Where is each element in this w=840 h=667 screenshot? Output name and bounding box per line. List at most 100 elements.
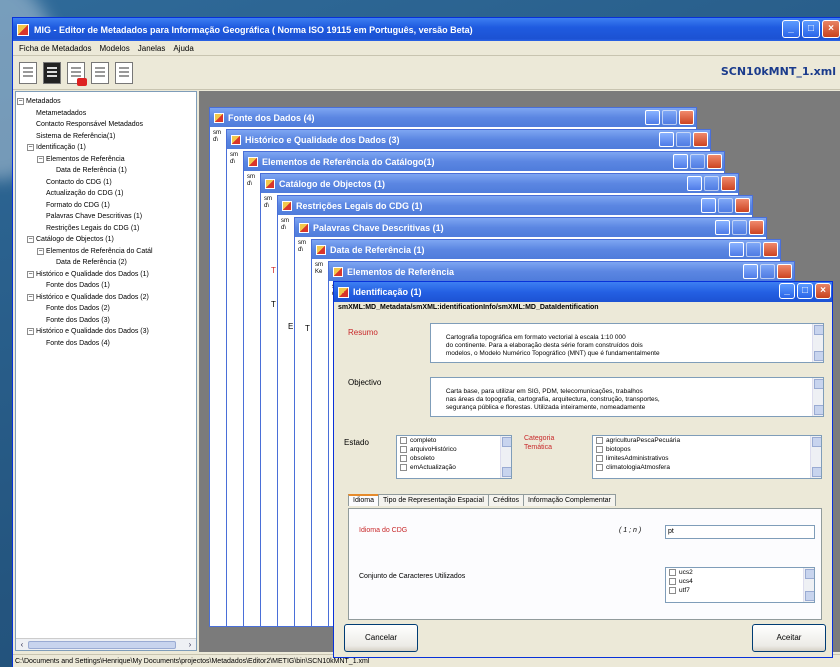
child-minimize-button[interactable] <box>743 264 758 279</box>
checkbox[interactable] <box>596 464 603 471</box>
close-button[interactable]: × <box>822 20 840 38</box>
tree-node[interactable]: Fonte dos Dados (2) <box>16 303 110 315</box>
cancel-button[interactable]: Cancelar <box>344 624 418 652</box>
collapse-icon[interactable]: − <box>37 155 44 163</box>
main-titlebar[interactable]: MIG - Editor de Metadados para Informaçã… <box>13 18 840 41</box>
checklist-item[interactable]: agriculturaPescaPecuária <box>593 436 821 445</box>
child-minimize-button[interactable] <box>645 110 660 125</box>
minimize-button[interactable]: _ <box>782 20 800 38</box>
child-minimize-button[interactable] <box>715 220 730 235</box>
scroll-left-icon[interactable]: ‹ <box>17 640 27 650</box>
maximize-button[interactable]: □ <box>802 20 820 38</box>
collapse-icon[interactable]: − <box>27 144 34 151</box>
checkbox[interactable] <box>400 437 407 444</box>
identificacao-window[interactable]: Identificação (1) _ □ × smXML:MD_Metadat… <box>333 281 833 658</box>
checkbox[interactable] <box>596 455 603 462</box>
tree-node[interactable]: − Catálogo de Objectos (1) <box>16 234 114 246</box>
checklist-item[interactable]: climatologiaAtmosfera <box>593 463 821 472</box>
child-close-button[interactable] <box>763 242 778 257</box>
collapse-icon[interactable]: − <box>27 328 34 335</box>
charset-checklist[interactable]: ucs2 ucs4 utf7 <box>665 567 815 603</box>
checklist-item[interactable]: arquivoHistórico <box>397 445 511 454</box>
tree-node[interactable]: Contacto Responsável Metadados <box>16 119 143 131</box>
child-minimize-button[interactable] <box>687 176 702 191</box>
checklist-item[interactable]: limitesAdministrativos <box>593 454 821 463</box>
tree-node[interactable]: Sistema de Referência(1) <box>16 131 115 143</box>
child-close-button[interactable] <box>679 110 694 125</box>
categoria-checklist[interactable]: agriculturaPescaPecuária biotopos limitesA… <box>592 435 822 479</box>
tree-node[interactable]: Data de Referência (1) <box>16 165 127 177</box>
child-maximize-button[interactable] <box>676 132 691 147</box>
child-titlebar[interactable]: Fonte dos Dados (4) <box>210 108 696 127</box>
child-maximize-button[interactable] <box>662 110 677 125</box>
tree-node[interactable]: Data de Referência (2) <box>16 257 127 269</box>
child-close-button[interactable] <box>707 154 722 169</box>
idioma-input[interactable]: pt <box>665 525 815 539</box>
metadata-tree[interactable]: ‹ › − Metadados Metametadados Contacto Resp… <box>15 91 197 651</box>
child-maximize-button[interactable] <box>760 264 775 279</box>
checklist-item[interactable]: ucs4 <box>666 577 814 586</box>
estado-checklist[interactable]: completo arquivoHistórico obsoleto emActual… <box>396 435 512 479</box>
menu-ajuda[interactable]: Ajuda <box>169 44 197 53</box>
child-maximize-button[interactable]: □ <box>797 283 813 299</box>
tab-2[interactable]: Créditos <box>487 494 525 506</box>
tree-node[interactable]: − Identificação (1) <box>16 142 86 154</box>
tree-node[interactable]: Fonte dos Dados (3) <box>16 315 110 327</box>
child-titlebar[interactable]: Histórico e Qualidade dos Dados (3) <box>227 130 710 149</box>
objectivo-textarea[interactable]: Carta base, para utilizar em SIG, PDM, t… <box>430 377 824 417</box>
checkbox[interactable] <box>669 569 676 576</box>
collapse-icon[interactable]: − <box>27 270 34 278</box>
checkbox[interactable] <box>400 446 407 453</box>
child-titlebar[interactable]: Elementos de Referência do Catálogo(1) <box>244 152 724 171</box>
tree-node[interactable]: − Elementos de Referência <box>16 154 125 166</box>
child-close-button[interactable] <box>777 264 792 279</box>
identificacao-titlebar[interactable]: Identificação (1) _ □ × <box>334 282 832 302</box>
tree-hscrollbar[interactable]: ‹ › <box>16 638 196 650</box>
child-close-button[interactable] <box>721 176 736 191</box>
tree-node[interactable]: Formato do CDG (1) <box>16 200 110 212</box>
child-close-button[interactable] <box>749 220 764 235</box>
tree-node[interactable]: Actualização do CDG (1) <box>16 188 123 200</box>
collapse-icon[interactable]: − <box>27 293 34 301</box>
menu-janelas[interactable]: Janelas <box>134 44 170 53</box>
tree-node[interactable]: − Elementos de Referência do Catál <box>16 246 153 258</box>
checklist-item[interactable]: completo <box>397 436 511 445</box>
checklist-item[interactable]: obsoleto <box>397 454 511 463</box>
tab-3[interactable]: Informação Complementar <box>523 494 616 506</box>
child-minimize-button[interactable] <box>701 198 716 213</box>
checkbox[interactable] <box>400 455 407 462</box>
checklist-item[interactable]: biotopos <box>593 445 821 454</box>
child-maximize-button[interactable] <box>718 198 733 213</box>
tree-node[interactable]: Contacto do CDG (1) <box>16 177 112 189</box>
page-icon[interactable] <box>91 61 109 84</box>
tree-node[interactable]: Restrições Legais do CDG (1) <box>16 223 139 235</box>
checkbox[interactable] <box>669 587 676 594</box>
child-titlebar[interactable]: Data de Referência (1) <box>312 240 780 259</box>
copy-page-icon[interactable] <box>115 61 133 84</box>
tab-0[interactable]: Idioma <box>348 494 380 506</box>
tree-node[interactable]: − Histórico e Qualidade dos Dados (1) <box>16 269 149 281</box>
charset-scrollbar[interactable] <box>803 568 814 602</box>
checkbox[interactable] <box>596 446 603 453</box>
child-close-button[interactable] <box>693 132 708 147</box>
child-titlebar[interactable]: Palavras Chave Descritivas (1) <box>295 218 766 237</box>
categoria-scrollbar[interactable] <box>810 436 821 478</box>
child-maximize-button[interactable] <box>690 154 705 169</box>
accept-button[interactable]: Aceitar <box>752 624 826 652</box>
tree-node[interactable]: Metametadados <box>16 108 86 120</box>
child-minimize-button[interactable] <box>673 154 688 169</box>
child-maximize-button[interactable] <box>704 176 719 191</box>
child-minimize-button[interactable]: _ <box>779 283 795 299</box>
resumo-scrollbar[interactable] <box>812 324 823 362</box>
child-close-button[interactable]: × <box>815 283 831 299</box>
tree-node[interactable]: Palavras Chave Descritivas (1) <box>16 211 142 223</box>
scroll-right-icon[interactable]: › <box>185 640 195 650</box>
collapse-icon[interactable]: − <box>37 247 44 255</box>
child-titlebar[interactable]: Restrições Legais do CDG (1) <box>278 196 752 215</box>
child-titlebar[interactable]: Catálogo de Objectos (1) <box>261 174 738 193</box>
checklist-item[interactable]: ucs2 <box>666 568 814 577</box>
child-titlebar[interactable]: Elementos de Referência <box>329 262 794 281</box>
child-maximize-button[interactable] <box>746 242 761 257</box>
save-icon[interactable] <box>43 61 61 84</box>
estado-scrollbar[interactable] <box>500 436 511 478</box>
